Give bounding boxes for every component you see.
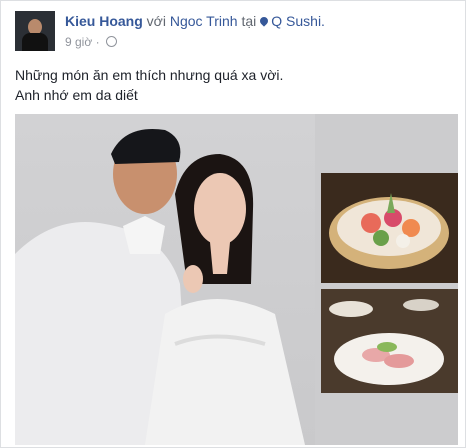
avatar-body	[22, 33, 48, 51]
timestamp-link[interactable]: 9 giờ	[65, 35, 92, 49]
post-text-line-1: Những món ăn em thích nhưng quá xa vời.	[15, 67, 284, 83]
post-photo[interactable]	[15, 114, 458, 445]
photo-sashimi-plate	[321, 289, 458, 393]
location-pin-icon	[258, 15, 270, 27]
sushi-platter-illustration	[321, 173, 458, 283]
facebook-post: Kieu Hoang với Ngoc Trinh tại Q Sushi. 9 …	[0, 0, 466, 448]
photo-sushi-platter	[321, 173, 458, 283]
post-meta: 9 giờ ·	[65, 35, 117, 49]
meta-separator: ·	[95, 35, 100, 49]
globe-icon[interactable]	[105, 36, 117, 47]
post-header: Kieu Hoang với Ngoc Trinh tại Q Sushi. 9 …	[15, 11, 455, 55]
author-avatar[interactable]	[15, 11, 55, 51]
photo-couple-portrait	[15, 114, 315, 445]
location-link[interactable]: Q Sushi.	[271, 13, 325, 29]
at-label: tại	[241, 13, 257, 29]
tagged-person-link[interactable]: Ngoc Trinh	[170, 13, 238, 29]
with-label: với	[146, 13, 166, 29]
post-text-line-2: Anh nhớ em da diết	[15, 87, 138, 103]
sashimi-plate-illustration	[321, 289, 458, 393]
couple-portrait-illustration	[15, 129, 305, 445]
post-text: Những món ăn em thích nhưng quá xa vời. …	[15, 65, 283, 105]
post-title-line: Kieu Hoang với Ngoc Trinh tại Q Sushi.	[65, 13, 325, 29]
author-name-link[interactable]: Kieu Hoang	[65, 13, 143, 29]
